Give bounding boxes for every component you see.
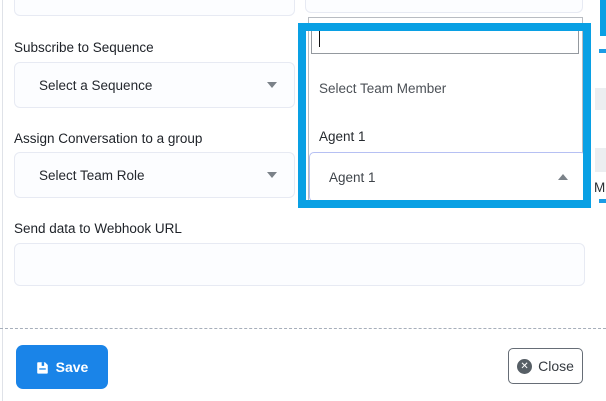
- team-member-select-value: Agent 1: [310, 170, 558, 185]
- save-button-label: Save: [56, 359, 89, 375]
- webhook-url-label: Send data to Webhook URL: [14, 221, 182, 237]
- team-member-search-input[interactable]: [311, 23, 579, 54]
- edge-blue-dash: [599, 199, 606, 203]
- footer-divider: [0, 328, 606, 329]
- save-icon: [36, 361, 49, 374]
- team-member-option[interactable]: Agent 1: [309, 124, 582, 148]
- team-member-select[interactable]: Agent 1: [309, 152, 586, 202]
- top-right-input[interactable]: [305, 0, 583, 13]
- edge-blue-dash: [599, 49, 606, 53]
- chevron-down-icon: [267, 82, 277, 88]
- close-button-label: Close: [538, 358, 574, 374]
- webhook-url-input[interactable]: [14, 243, 585, 286]
- modal-left-border: [2, 0, 3, 401]
- chevron-down-icon: [267, 172, 277, 178]
- team-role-select[interactable]: Select Team Role: [14, 152, 295, 198]
- save-button[interactable]: Save: [16, 345, 108, 389]
- team-member-dropdown-panel: Select Team Member Agent 1 Agent 1: [308, 17, 583, 204]
- sequence-select[interactable]: Select a Sequence: [14, 62, 295, 108]
- close-button[interactable]: ✕ Close: [508, 348, 583, 384]
- subscribe-sequence-label: Subscribe to Sequence: [14, 40, 154, 56]
- team-role-select-value: Select Team Role: [15, 168, 267, 183]
- top-left-input[interactable]: [14, 0, 295, 16]
- chevron-up-icon: [558, 174, 568, 180]
- edge-highlight-fragment: [600, 0, 606, 36]
- text-cursor: [319, 30, 320, 47]
- edge-gray-block: [595, 148, 606, 172]
- edge-partial-text: M: [594, 180, 605, 195]
- team-member-option[interactable]: Select Team Member: [309, 76, 582, 100]
- close-circle-icon: ✕: [517, 359, 532, 374]
- edge-gray-block: [595, 88, 606, 110]
- sequence-select-value: Select a Sequence: [15, 78, 267, 93]
- assign-group-label: Assign Conversation to a group: [14, 131, 202, 147]
